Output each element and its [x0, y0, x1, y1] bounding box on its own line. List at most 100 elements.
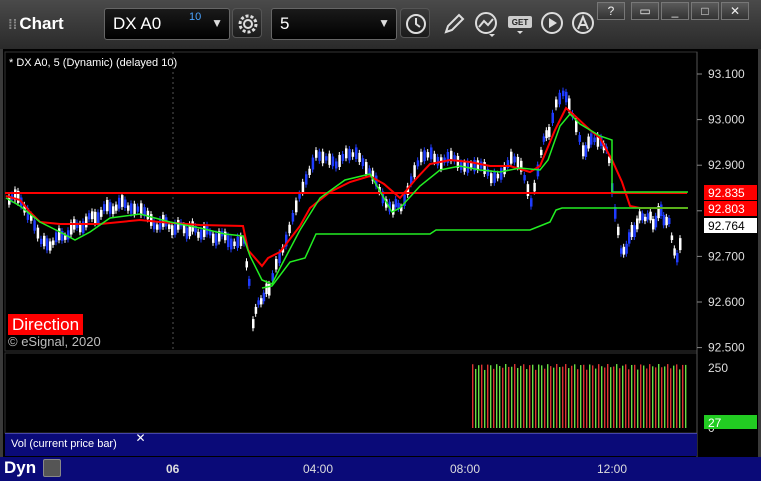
- candle-body: [548, 127, 551, 137]
- price-tags: 92.835 92.803 92.764: [704, 185, 757, 233]
- volume-bar: [514, 364, 516, 428]
- volume-bar: [523, 364, 525, 428]
- candle-body: [545, 130, 548, 139]
- volume-bar: [658, 364, 660, 428]
- candle-body: [278, 252, 281, 264]
- volume-tag-text: 27: [708, 416, 722, 430]
- candle-body: [118, 197, 121, 209]
- candle-body: [551, 112, 554, 124]
- candle-body: [440, 157, 443, 170]
- candle-body: [311, 157, 315, 170]
- candle-body: [676, 253, 679, 263]
- time-label-0400: 04:00: [303, 462, 334, 476]
- volume-bar: [493, 368, 495, 428]
- candle-body: [617, 226, 620, 236]
- volume-bar: [505, 364, 507, 428]
- volume-bar: [664, 366, 666, 428]
- candle-body: [558, 92, 561, 105]
- candle-body: [91, 211, 94, 220]
- candle-body: [215, 233, 218, 246]
- candle-body: [85, 216, 88, 228]
- candle-body: [565, 91, 568, 103]
- volume-study-bar: Vol (current price bar): [5, 433, 697, 456]
- candle-body: [288, 224, 291, 234]
- candle-body: [641, 213, 644, 221]
- candle-body: [423, 150, 426, 162]
- candle-body: [230, 238, 233, 250]
- price-tick-label: 93.100: [708, 67, 745, 81]
- candle-body: [628, 232, 631, 244]
- volume-bar: [553, 367, 555, 428]
- volume-bar: [490, 365, 492, 428]
- candle-body: [301, 181, 305, 193]
- volume-bar: [502, 367, 504, 428]
- candle-body: [52, 240, 55, 245]
- volume-bar: [622, 365, 624, 428]
- volume-bar: [508, 366, 510, 428]
- volume-bar: [574, 364, 576, 428]
- volume-bar: [556, 364, 558, 428]
- volume-bar: [544, 368, 546, 428]
- close-icon[interactable]: ✕: [134, 432, 147, 445]
- volume-bar: [550, 366, 552, 428]
- candle-body: [392, 204, 395, 215]
- candle-body: [394, 198, 398, 208]
- candle-body: [136, 206, 140, 212]
- candle-body: [127, 205, 130, 211]
- candle-body: [298, 193, 301, 199]
- volume-bar: [538, 364, 540, 428]
- volume-bar: [637, 369, 639, 428]
- price-chart[interactable]: 93.10093.00092.90092.80092.70092.60092.5…: [0, 0, 761, 481]
- candle-body: [582, 145, 585, 157]
- candle-body: [67, 230, 70, 240]
- candle-body: [124, 199, 127, 208]
- candle-body: [660, 204, 663, 217]
- candle-body: [260, 298, 263, 305]
- candle-body: [265, 283, 268, 294]
- candle-body: [679, 238, 682, 251]
- candle-body: [248, 278, 251, 286]
- volume-bar: [601, 366, 603, 428]
- volume-bar: [589, 364, 591, 428]
- volume-axis: 250 0 27: [704, 361, 757, 435]
- link-icon[interactable]: [43, 459, 61, 477]
- candle-body: [523, 175, 526, 181]
- candle-body: [470, 163, 473, 168]
- candle-body: [338, 154, 341, 167]
- candle-body: [97, 212, 100, 224]
- volume-bar: [595, 368, 597, 428]
- volume-bar: [667, 364, 669, 428]
- candle-body: [413, 165, 416, 178]
- candle-body: [262, 292, 266, 302]
- candle-body: [58, 228, 61, 241]
- candle-body: [36, 227, 40, 239]
- candle-body: [308, 168, 311, 175]
- volume-bar: [604, 367, 606, 428]
- candle-body: [55, 232, 58, 243]
- candle-body: [197, 231, 200, 238]
- candle-body: [33, 220, 36, 231]
- candle-body: [43, 235, 46, 247]
- price-tick-label: 93.000: [708, 113, 745, 127]
- volume-bar: [625, 364, 627, 428]
- candle-body: [436, 156, 440, 166]
- candle-body: [493, 171, 496, 183]
- candle-body: [578, 135, 581, 142]
- volume-bar: [679, 369, 681, 428]
- volume-bar: [484, 369, 486, 428]
- candle-body: [513, 156, 516, 163]
- candle-body: [348, 149, 351, 161]
- candle-body: [510, 151, 513, 164]
- time-axis: 06 04:00 08:00 12:00: [0, 457, 761, 481]
- candle-body: [177, 219, 180, 230]
- volume-bars: [472, 364, 687, 428]
- volume-bar: [607, 364, 609, 428]
- direction-label[interactable]: Direction: [8, 314, 84, 335]
- candle-body: [416, 160, 420, 167]
- candle-body: [106, 199, 109, 212]
- candle-body: [239, 235, 243, 246]
- volume-bar: [568, 368, 570, 428]
- candle-body: [146, 210, 150, 220]
- candle-body: [555, 99, 558, 108]
- candle-body: [630, 225, 634, 237]
